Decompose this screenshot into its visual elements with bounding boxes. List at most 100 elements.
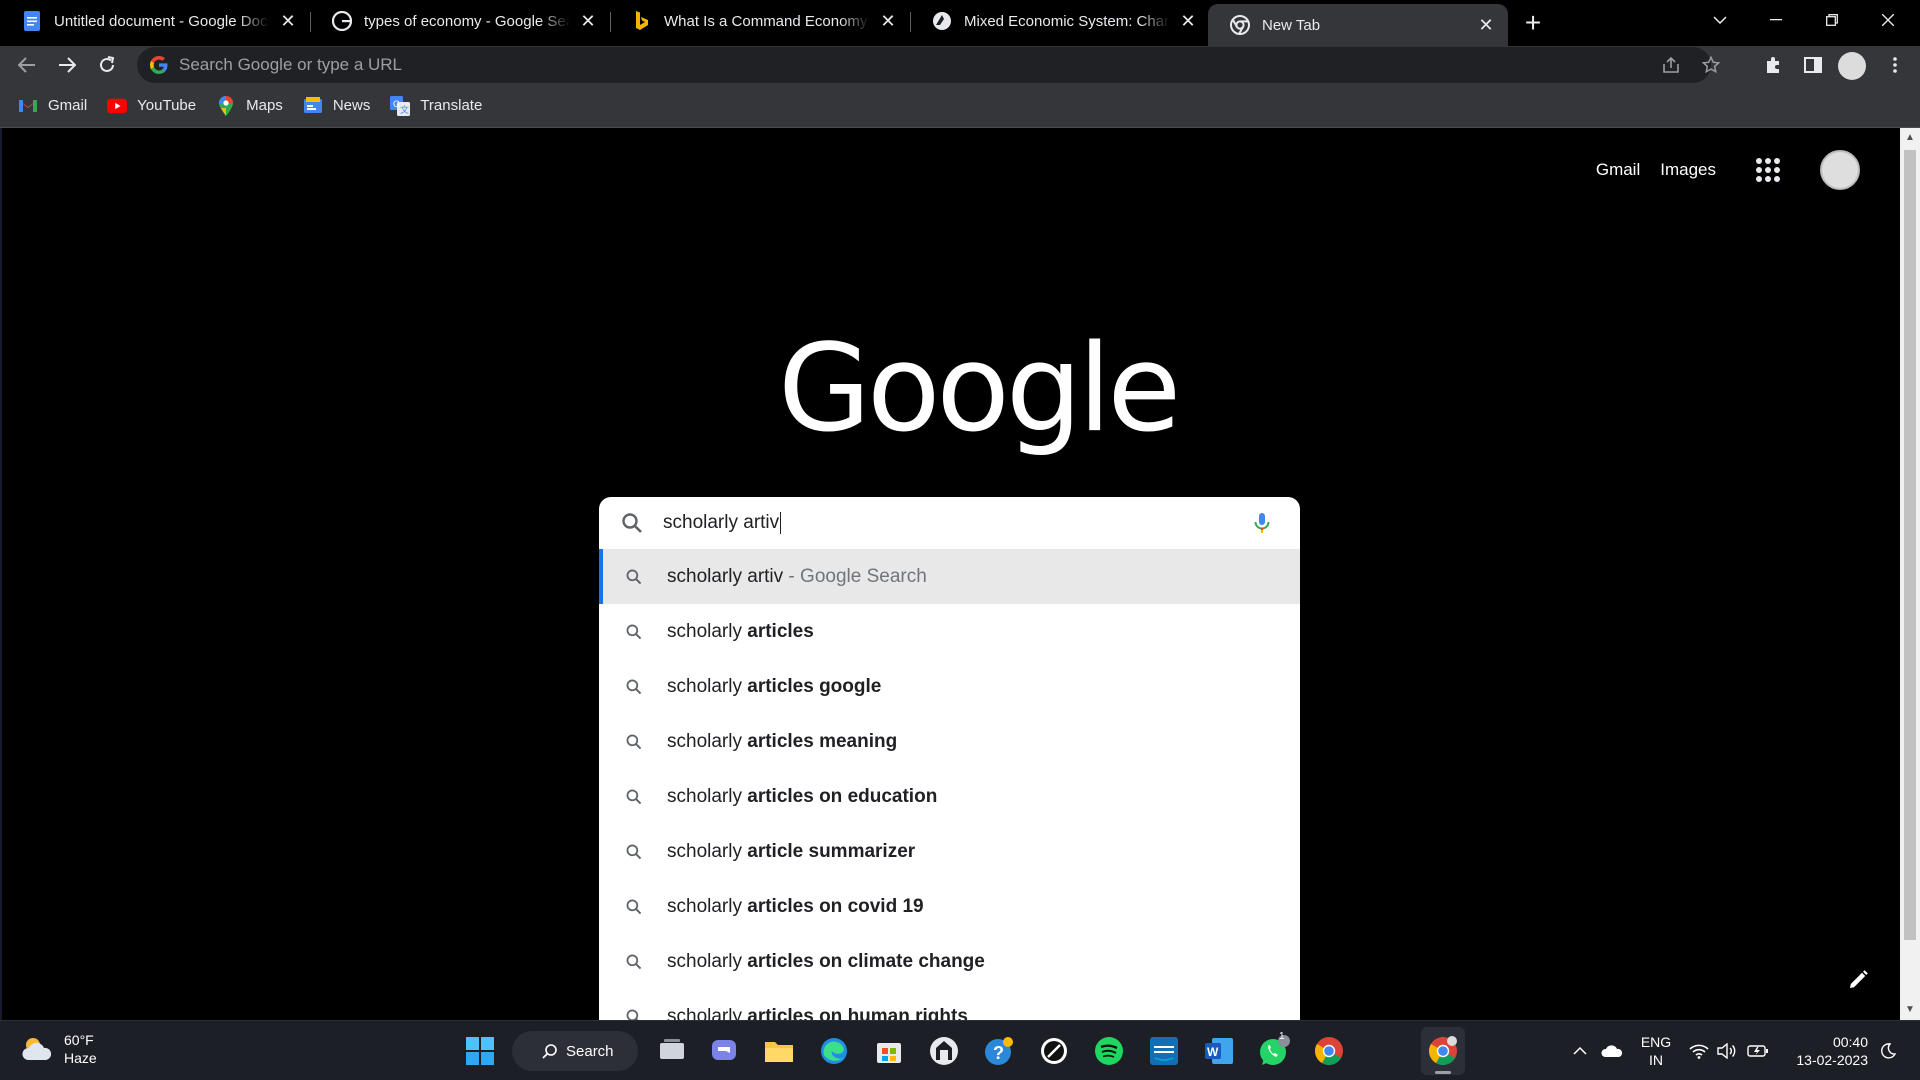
tab-search-chevron-icon[interactable] bbox=[1692, 0, 1748, 40]
back-arrow-icon[interactable] bbox=[12, 50, 42, 80]
close-icon[interactable]: ✕ bbox=[1178, 11, 1198, 31]
kebab-menu-icon[interactable] bbox=[1880, 50, 1910, 80]
window-close-icon[interactable] bbox=[1860, 0, 1916, 40]
bookmark-label: Maps bbox=[246, 97, 283, 114]
tab-title: What Is a Command Economy? bbox=[664, 12, 870, 30]
site-icon bbox=[932, 11, 952, 31]
task-view-icon[interactable] bbox=[654, 1033, 690, 1069]
suggestion-item[interactable]: scholarly articles bbox=[599, 604, 1300, 659]
share-icon[interactable] bbox=[1653, 47, 1689, 83]
wifi-icon[interactable] bbox=[1686, 1021, 1712, 1080]
scroll-up-arrow-icon[interactable]: ▲ bbox=[1904, 132, 1916, 144]
spotify-icon[interactable] bbox=[1091, 1033, 1127, 1069]
header-links: Gmail Images bbox=[1576, 150, 1860, 190]
notification-moon-icon[interactable] bbox=[1876, 1021, 1900, 1080]
app-logo-icon[interactable] bbox=[926, 1033, 962, 1069]
address-bar[interactable]: Search Google or type a URL bbox=[137, 47, 1720, 83]
suggestion-item[interactable]: scholarly articles meaning bbox=[599, 714, 1300, 769]
suggestion-item[interactable]: scholarly article summarizer bbox=[599, 824, 1300, 879]
search-box[interactable]: scholarly artiv bbox=[599, 497, 1300, 549]
volume-icon[interactable] bbox=[1714, 1021, 1740, 1080]
minimize-icon[interactable] bbox=[1748, 0, 1804, 40]
suggestion-item[interactable]: scholarly artiv - Google Search bbox=[599, 549, 1300, 604]
prime-video-icon[interactable] bbox=[1146, 1033, 1182, 1069]
bookmark-youtube[interactable]: YouTube bbox=[107, 96, 196, 116]
bookmark-gmail[interactable]: Gmail bbox=[18, 96, 87, 116]
file-explorer-icon[interactable] bbox=[761, 1033, 797, 1069]
chrome-taskbar-icon[interactable] bbox=[1311, 1033, 1347, 1069]
whatsapp-icon[interactable]: 1 bbox=[1256, 1031, 1292, 1069]
tab-title: Untitled document - Google Docs bbox=[54, 12, 270, 30]
windows-start-icon[interactable] bbox=[462, 1033, 498, 1069]
tab-title: types of economy - Google Search bbox=[364, 12, 570, 30]
page-scrollbar[interactable]: ▲ ▼ bbox=[1900, 128, 1920, 1020]
clock-date: 13-02-2023 bbox=[1796, 1052, 1868, 1068]
taskbar-search-button[interactable]: Search bbox=[512, 1031, 638, 1071]
tab-google-search[interactable]: types of economy - Google Search ✕ bbox=[310, 0, 610, 42]
battery-icon[interactable] bbox=[1744, 1021, 1772, 1080]
suggestion-item[interactable]: scholarly articles on education bbox=[599, 769, 1300, 824]
images-link[interactable]: Images bbox=[1660, 160, 1716, 180]
suggestion-item[interactable]: scholarly articles google bbox=[599, 659, 1300, 714]
reload-icon[interactable] bbox=[92, 50, 122, 80]
search-icon bbox=[626, 569, 642, 584]
word-icon[interactable]: W bbox=[1201, 1033, 1237, 1069]
suggestion-text: scholarly articles on covid 19 bbox=[667, 895, 924, 917]
media-app-icon[interactable] bbox=[1036, 1033, 1072, 1069]
close-icon[interactable]: ✕ bbox=[278, 11, 298, 31]
forward-arrow-icon[interactable] bbox=[52, 50, 82, 80]
svg-text:W: W bbox=[1207, 1045, 1219, 1059]
suggestion-item[interactable]: scholarly articles on covid 19 bbox=[599, 879, 1300, 934]
side-panel-icon[interactable] bbox=[1798, 50, 1828, 80]
gmail-link[interactable]: Gmail bbox=[1596, 160, 1640, 180]
weather-temperature: 60°F bbox=[64, 1032, 94, 1048]
tab-google-docs[interactable]: Untitled document - Google Docs ✕ bbox=[0, 0, 310, 42]
new-tab-button[interactable]: + bbox=[1518, 7, 1548, 38]
suggestion-item[interactable]: scholarly articles on human rights bbox=[599, 989, 1300, 1020]
cloud-sun-icon bbox=[22, 1038, 52, 1060]
bookmark-star-icon[interactable] bbox=[1693, 47, 1729, 83]
extensions-puzzle-icon[interactable] bbox=[1758, 50, 1788, 80]
system-clock[interactable]: 00:40 13-02-2023 bbox=[1788, 1033, 1868, 1069]
scroll-down-arrow-icon[interactable]: ▼ bbox=[1904, 1004, 1916, 1016]
teams-chat-icon[interactable] bbox=[706, 1033, 742, 1069]
microsoft-store-icon[interactable] bbox=[871, 1033, 907, 1069]
close-icon[interactable]: ✕ bbox=[1476, 15, 1496, 35]
suggestion-text: scholarly artiv - Google Search bbox=[667, 565, 927, 587]
apps-grid-icon[interactable] bbox=[1756, 158, 1780, 182]
bookmarks-bar: Gmail YouTube Maps News G文 Translate bbox=[0, 84, 1920, 128]
profile-avatar[interactable] bbox=[1838, 52, 1866, 80]
tab-title: New Tab bbox=[1262, 16, 1321, 34]
tab-mixed-economic-system[interactable]: Mixed Economic System: Characteristics ✕ bbox=[910, 0, 1210, 42]
close-icon[interactable]: ✕ bbox=[578, 11, 598, 31]
onedrive-cloud-icon[interactable] bbox=[1598, 1021, 1626, 1080]
bookmark-news[interactable]: News bbox=[303, 96, 371, 116]
google-logo: Google bbox=[778, 320, 1181, 459]
search-icon bbox=[542, 1044, 557, 1059]
edge-icon[interactable] bbox=[816, 1033, 852, 1069]
account-avatar[interactable] bbox=[1820, 150, 1860, 190]
bookmark-maps[interactable]: Maps bbox=[216, 95, 283, 116]
restore-icon[interactable] bbox=[1804, 0, 1860, 40]
suggestion-text: scholarly articles on education bbox=[667, 785, 938, 807]
microphone-icon[interactable] bbox=[1250, 511, 1274, 535]
chevron-up-icon[interactable] bbox=[1568, 1021, 1592, 1080]
bookmark-label: News bbox=[332, 97, 371, 114]
pencil-edit-icon[interactable] bbox=[1846, 968, 1870, 992]
tab-title: Mixed Economic System: Characteristics bbox=[964, 12, 1170, 30]
search-icon bbox=[626, 734, 642, 749]
chrome-active-window-icon[interactable] bbox=[1421, 1027, 1465, 1075]
scrollbar-thumb[interactable] bbox=[1904, 150, 1916, 940]
search-input[interactable]: scholarly artiv bbox=[663, 511, 782, 534]
bookmark-translate[interactable]: G文 Translate bbox=[390, 95, 482, 116]
close-icon[interactable]: ✕ bbox=[878, 11, 898, 31]
help-icon[interactable]: ? bbox=[981, 1033, 1017, 1069]
language-indicator[interactable]: ENG IN bbox=[1634, 1021, 1678, 1080]
address-placeholder: Search Google or type a URL bbox=[179, 55, 403, 74]
region-code: IN bbox=[1649, 1052, 1663, 1068]
weather-widget[interactable]: 60°F Haze bbox=[20, 1031, 97, 1067]
tab-command-economy[interactable]: What Is a Command Economy? ✕ bbox=[610, 0, 910, 42]
suggestion-item[interactable]: scholarly articles on climate change bbox=[599, 934, 1300, 989]
youtube-icon bbox=[107, 96, 128, 116]
tab-new-tab[interactable]: New Tab ✕ bbox=[1208, 4, 1508, 46]
